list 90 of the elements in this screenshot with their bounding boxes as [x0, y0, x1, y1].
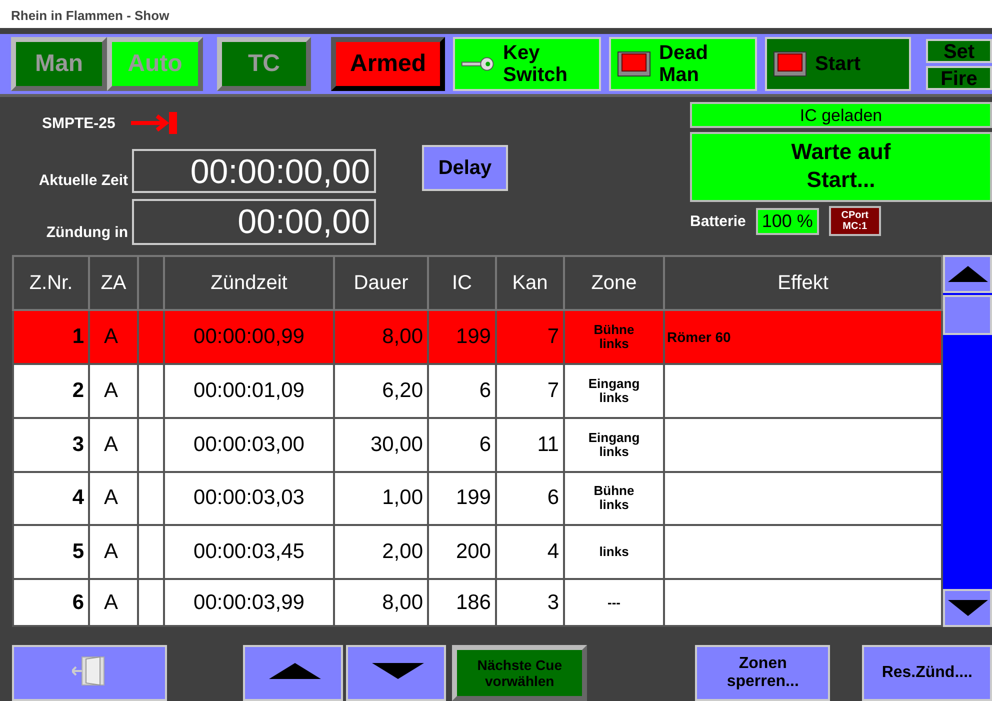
table-cell: A	[89, 418, 138, 472]
timecode-format: SMPTE-25	[42, 114, 116, 132]
table-cell: 3	[13, 418, 89, 472]
table-cell: 5	[13, 525, 89, 580]
table-cell: 4	[13, 472, 89, 526]
table-row[interactable]: 6 A 00:00:03,99 8,00 186 3 ---	[13, 579, 942, 626]
previous-cue-button[interactable]	[242, 645, 343, 701]
column-header: Zone	[564, 256, 664, 310]
select-next-cue-button[interactable]: Nächste Cue vorwählen	[452, 645, 588, 701]
table-cell: A	[89, 525, 138, 580]
table-cell: 2,00	[334, 525, 428, 580]
table-cell: 6	[496, 472, 564, 526]
push-button-icon	[773, 50, 807, 78]
ic-status: IC geladen	[690, 102, 992, 128]
scroll-down-button[interactable]	[943, 589, 992, 627]
table-cell: Römer 60	[667, 328, 731, 345]
battery-value: 100 %	[756, 208, 819, 234]
table-cell: 6,20	[334, 364, 428, 418]
battery-label: Batterie	[690, 212, 746, 230]
exit-button[interactable]	[12, 645, 167, 701]
table-cell: 6	[428, 364, 496, 418]
table-cell: 00:00:03,99	[164, 579, 334, 626]
table-cell: 6	[428, 418, 496, 472]
armed-button[interactable]: Armed	[331, 37, 445, 91]
table-cell: 6	[13, 579, 89, 626]
table-cell: 00:00:03,03	[164, 472, 334, 526]
table-cell: Bühne links	[564, 310, 664, 364]
table-row[interactable]: 2 A 00:00:01,09 6,20 6 7 Eingang links	[13, 364, 942, 418]
column-header: Effekt	[664, 256, 942, 310]
column-header: Kan	[496, 256, 564, 310]
table-row[interactable]: 4 A 00:00:03,03 1,00 199 6 Bühne links	[13, 472, 942, 526]
table-cell: links	[564, 525, 664, 580]
table-cell: A	[89, 310, 138, 364]
table-row[interactable]: 3 A 00:00:03,00 30,00 6 11 Eingang links	[13, 418, 942, 472]
table-cell: Bühne links	[564, 472, 664, 526]
table-cell: 30,00	[334, 418, 428, 472]
table-cell: 4	[496, 525, 564, 580]
next-cue-button[interactable]	[346, 645, 446, 701]
table-cell: 11	[496, 418, 564, 472]
dead-man-button[interactable]: Dead Man	[609, 37, 757, 91]
table-cell: 199	[428, 472, 496, 526]
table-cell: A	[89, 364, 138, 418]
table-cell: 3	[496, 579, 564, 626]
table-cell: 186	[428, 579, 496, 626]
door-icon	[72, 656, 106, 686]
table-cell: 8,00	[334, 310, 428, 364]
up-triangle-icon	[948, 264, 988, 284]
table-cell: ---	[564, 579, 664, 626]
push-button-icon	[617, 50, 651, 78]
column-header: Z.Nr.	[13, 256, 89, 310]
column-header: IC	[428, 256, 496, 310]
delay-button[interactable]: Delay	[422, 145, 508, 191]
column-header: Zündzeit	[164, 256, 334, 310]
down-triangle-icon	[948, 598, 988, 618]
reset-fire-button[interactable]: Res.Zünd....	[862, 645, 992, 701]
table-cell: 200	[428, 525, 496, 580]
current-time-display: 00:00:00,00	[132, 149, 376, 193]
table-cell: 7	[496, 310, 564, 364]
fire-button[interactable]: Fire	[926, 66, 992, 90]
table-cell: A	[89, 579, 138, 626]
table-cell: 00:00:03,45	[164, 525, 334, 580]
lock-zones-button[interactable]: Zonen sperren...	[695, 645, 830, 701]
table-cell: Eingang links	[564, 418, 664, 472]
column-header: ZA	[89, 256, 138, 310]
table-cell: 00:00:01,09	[164, 364, 334, 418]
scroll-up-button[interactable]	[943, 255, 992, 293]
table-cell: 1	[13, 310, 89, 364]
table-cell: 8,00	[334, 579, 428, 626]
current-time-label: Aktuelle Zeit	[38, 172, 128, 191]
table-cell: Eingang links	[564, 364, 664, 418]
table-cell: 2	[13, 364, 89, 418]
table-row[interactable]: 1 A 00:00:00,99 8,00 199 7 Bühne links Römer 60	[13, 310, 942, 364]
scrollbar-thumb[interactable]	[943, 295, 992, 335]
table-cell: 199	[428, 310, 496, 364]
table-cell: 7	[496, 364, 564, 418]
table-row[interactable]: 5 A 00:00:03,45 2,00 200 4 links	[13, 525, 942, 580]
fire-countdown-label: Zündung in	[45, 224, 128, 243]
table-cell: 00:00:03,00	[164, 418, 334, 472]
fire-countdown-display: 00:00,00	[132, 199, 376, 245]
table-cell: 00:00:00,99	[164, 310, 334, 364]
column-header: Dauer	[334, 256, 428, 310]
key-switch-button[interactable]: Key Switch	[453, 37, 601, 91]
window-title: Rhein in Flammen - Show	[0, 0, 992, 28]
port-badge: CPort MC:1	[828, 206, 881, 236]
set-button[interactable]: Set	[926, 38, 992, 62]
table-cell: 1,00	[334, 472, 428, 526]
table-cell: A	[89, 472, 138, 526]
start-button[interactable]: Start	[765, 37, 911, 91]
status-message: Warte auf Start...	[690, 132, 992, 202]
key-icon	[461, 56, 495, 72]
